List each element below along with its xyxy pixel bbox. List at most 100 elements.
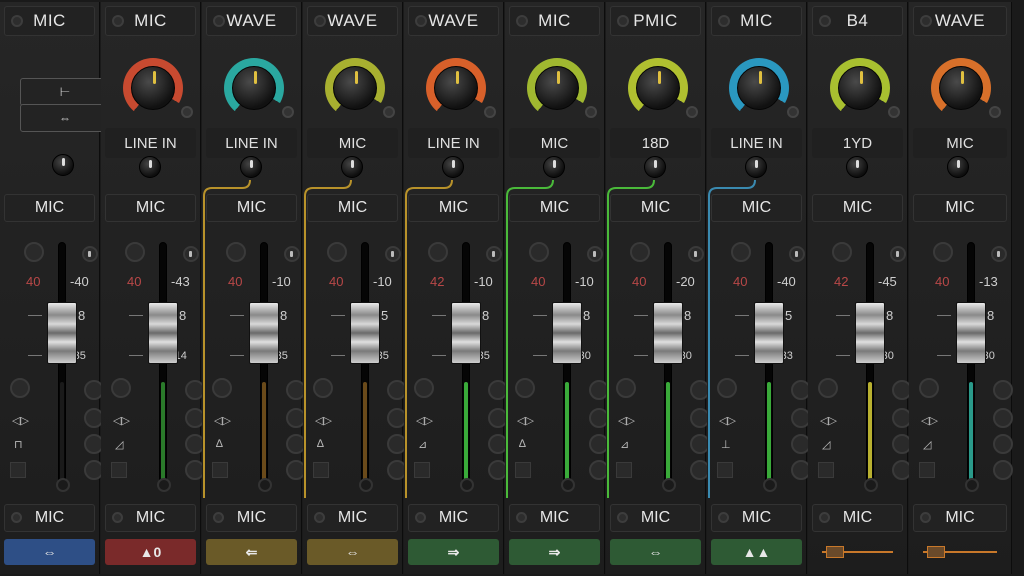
channel-color-button[interactable]: ⇔ xyxy=(307,539,398,565)
channel-header[interactable]: B4 xyxy=(812,6,903,36)
gain-knob[interactable] xyxy=(931,58,1001,122)
gain-knob-cap[interactable] xyxy=(434,66,478,110)
pan-button[interactable] xyxy=(10,378,30,398)
channel-header[interactable]: MIC xyxy=(105,6,196,36)
trim-knob[interactable] xyxy=(543,156,565,178)
send-button[interactable] xyxy=(993,408,1013,428)
output-route-label[interactable]: MIC xyxy=(408,194,499,222)
gain-knob[interactable] xyxy=(527,58,597,122)
bus-icon[interactable]: ∆ xyxy=(519,438,526,450)
mute-button[interactable] xyxy=(529,242,549,262)
channel-led-icon[interactable] xyxy=(213,15,225,27)
volume-fader[interactable] xyxy=(249,302,279,364)
trim-knob[interactable] xyxy=(745,156,767,178)
knob-reset-icon[interactable] xyxy=(383,106,395,118)
solo-button[interactable] xyxy=(587,246,603,262)
bus-icon[interactable]: ◿ xyxy=(115,438,123,451)
channel-color-button[interactable]: ⇔ xyxy=(4,539,95,565)
gain-knob[interactable] xyxy=(224,58,294,122)
volume-fader[interactable] xyxy=(47,302,77,364)
fx-icon[interactable]: ◁▷ xyxy=(214,414,231,427)
solo-button[interactable]: ⊢ xyxy=(20,78,110,106)
gain-knob-cap[interactable] xyxy=(535,66,579,110)
bus-icon[interactable]: ⊿ xyxy=(418,438,427,451)
channel-color-button[interactable]: ▲0 xyxy=(105,539,196,565)
output-route-label[interactable]: MIC xyxy=(4,194,95,222)
fx-icon[interactable]: ◁▷ xyxy=(618,414,635,427)
channel-footer[interactable]: MIC xyxy=(4,504,95,532)
output-route-label[interactable]: MIC xyxy=(913,194,1007,222)
channel-led-icon[interactable] xyxy=(718,15,730,27)
gain-knob[interactable] xyxy=(729,58,799,122)
input-source-label[interactable]: 18D xyxy=(610,128,701,158)
channel-led-icon[interactable] xyxy=(112,15,124,27)
footer-led-icon[interactable] xyxy=(213,512,224,523)
pan-button[interactable] xyxy=(313,378,333,398)
knob-reset-icon[interactable] xyxy=(686,106,698,118)
trim-knob[interactable] xyxy=(947,156,969,178)
input-source-label[interactable]: MIC xyxy=(913,128,1007,158)
pan-button[interactable] xyxy=(818,378,838,398)
output-route-label[interactable]: MIC xyxy=(509,194,600,222)
knob-reset-icon[interactable] xyxy=(181,106,193,118)
knob-reset-icon[interactable] xyxy=(787,106,799,118)
mute-button[interactable] xyxy=(832,242,852,262)
fx-icon[interactable]: ◁▷ xyxy=(921,414,938,427)
volume-fader[interactable] xyxy=(956,302,986,364)
channel-header[interactable]: WAVE xyxy=(408,6,499,36)
channel-led-icon[interactable] xyxy=(920,15,932,27)
mute-button[interactable] xyxy=(24,242,44,262)
bus-icon[interactable]: ⊿ xyxy=(620,438,629,451)
knob-reset-icon[interactable] xyxy=(282,106,294,118)
mute-button[interactable] xyxy=(428,242,448,262)
gain-knob-cap[interactable] xyxy=(939,66,983,110)
output-route-label[interactable]: MIC xyxy=(105,194,196,222)
pan-button[interactable] xyxy=(212,378,232,398)
record-arm-button[interactable] xyxy=(212,462,228,478)
solo-button[interactable] xyxy=(890,246,906,262)
footer-led-icon[interactable] xyxy=(415,512,426,523)
channel-footer[interactable]: MIC xyxy=(105,504,196,532)
volume-fader[interactable] xyxy=(451,302,481,364)
footer-led-icon[interactable] xyxy=(819,512,830,523)
fx-icon[interactable]: ◁▷ xyxy=(315,414,332,427)
channel-footer[interactable]: MIC xyxy=(610,504,701,532)
gain-knob-cap[interactable] xyxy=(333,66,377,110)
solo-button[interactable] xyxy=(284,246,300,262)
trim-knob[interactable] xyxy=(341,156,363,178)
mute-button[interactable] xyxy=(327,242,347,262)
knob-reset-icon[interactable] xyxy=(989,106,1001,118)
route-button[interactable]: ⇔ xyxy=(20,104,110,132)
gain-knob-cap[interactable] xyxy=(232,66,276,110)
channel-color-button[interactable]: ⇔ xyxy=(610,539,701,565)
channel-color-button[interactable]: ▲▲ xyxy=(711,539,802,565)
solo-button[interactable] xyxy=(688,246,704,262)
input-source-label[interactable]: LINE IN xyxy=(105,128,196,158)
output-route-label[interactable]: MIC xyxy=(610,194,701,222)
footer-led-icon[interactable] xyxy=(112,512,123,523)
gain-knob[interactable] xyxy=(628,58,698,122)
volume-fader[interactable] xyxy=(653,302,683,364)
gain-knob[interactable] xyxy=(325,58,395,122)
trim-knob[interactable] xyxy=(240,156,262,178)
record-arm-button[interactable] xyxy=(313,462,329,478)
fx-icon[interactable]: ◁▷ xyxy=(416,414,433,427)
mini-slider[interactable] xyxy=(822,546,893,558)
knob-reset-icon[interactable] xyxy=(484,106,496,118)
input-source-label[interactable]: MIC xyxy=(307,128,398,158)
output-route-label[interactable]: MIC xyxy=(206,194,297,222)
mini-slider[interactable] xyxy=(923,546,997,558)
channel-header[interactable]: PMIC xyxy=(610,6,701,36)
footer-led-icon[interactable] xyxy=(516,512,527,523)
channel-header[interactable]: MIC xyxy=(509,6,600,36)
output-route-label[interactable]: MIC xyxy=(307,194,398,222)
record-arm-button[interactable] xyxy=(616,462,632,478)
volume-fader[interactable] xyxy=(148,302,178,364)
pan-button[interactable] xyxy=(616,378,636,398)
gain-knob[interactable] xyxy=(830,58,900,122)
channel-led-icon[interactable] xyxy=(617,15,629,27)
fx-icon[interactable]: ◁▷ xyxy=(820,414,837,427)
mute-button[interactable] xyxy=(630,242,650,262)
record-arm-button[interactable] xyxy=(919,462,935,478)
aux-button[interactable] xyxy=(993,380,1013,400)
